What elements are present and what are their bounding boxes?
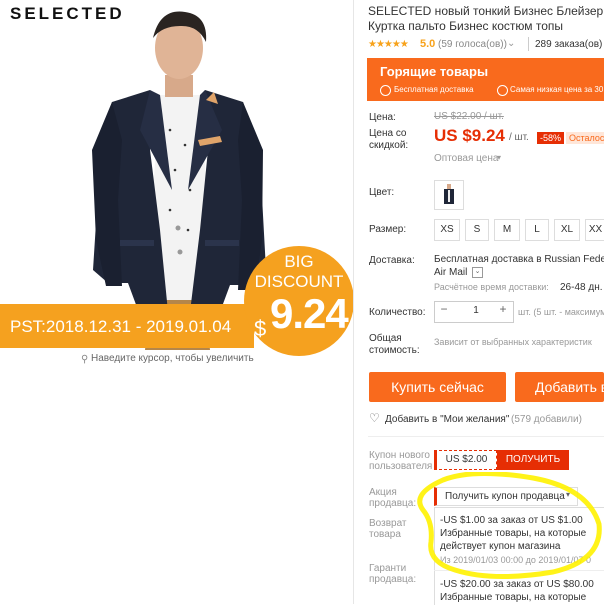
wholesale-price-link[interactable]: Оптовая цена [434, 153, 498, 164]
wishlist-link[interactable]: Добавить в "Мои желания" [385, 414, 509, 425]
old-price: US $22.00 / шт. [434, 111, 504, 122]
section-divider [368, 436, 604, 437]
size-option-xl[interactable]: XL [554, 219, 580, 241]
hot-low-price: Самая низкая цена за 30 [510, 85, 604, 94]
badge-discount-text: DISCOUNT [254, 272, 344, 291]
price-label: Цена: [369, 112, 396, 123]
delivery-method[interactable]: Бесплатная доставка в Russian Fede [434, 254, 604, 265]
chevron-down-icon[interactable]: ⌄ [507, 38, 515, 49]
brand-logo: SELECTED [10, 4, 125, 23]
delivery-label: Доставка: [369, 255, 415, 266]
rating-votes[interactable]: (59 голоса(ов)) [438, 39, 507, 50]
size-option-m[interactable]: M [494, 219, 520, 241]
badge-price: 9.24 [270, 290, 349, 337]
highlight-annotation [417, 472, 602, 579]
hot-free-shipping: Бесплатная доставка [394, 85, 474, 94]
size-label: Размер: [369, 224, 407, 235]
divider [528, 37, 529, 51]
quantity-label: Количество: [369, 307, 426, 318]
total-label-2: стоимость: [369, 345, 420, 356]
total-note: Зависит от выбранных характеристик [434, 337, 592, 347]
heart-icon[interactable]: ♡ [369, 411, 380, 425]
size-option-l[interactable]: L [525, 219, 549, 241]
price-tag-icon [497, 85, 508, 96]
truck-icon [380, 85, 391, 96]
quantity-input[interactable]: 1 [464, 305, 488, 316]
size-option-xs[interactable]: XS [434, 219, 460, 241]
promo-dates-banner: PST:2018.12.31 - 2019.01.04 [0, 304, 254, 348]
coupon-2-desc-1: Избранные товары, на которые [440, 592, 587, 603]
badge-big-text: BIG [284, 252, 314, 271]
caret-down-icon[interactable]: ▾ [497, 153, 501, 162]
zoom-hint: Наведите курсор, чтобы увеличить [91, 353, 254, 364]
total-label-1: Общая [369, 333, 402, 344]
hot-deals-title: Горящие товары [380, 64, 489, 79]
delivery-time: 26-48 дн. [560, 282, 603, 293]
rating-value: 5.0 [420, 38, 436, 50]
color-label: Цвет: [369, 187, 395, 198]
quantity-plus-button[interactable]: + [494, 302, 512, 316]
quantity-minus-button[interactable]: − [434, 302, 454, 316]
size-option-s[interactable]: S [465, 219, 489, 241]
badge-currency: $ [254, 316, 267, 341]
wishlist-count: (579 добавили) [511, 414, 582, 425]
discount-price-label: Цена со скидкой: [369, 128, 409, 151]
jacket-thumbnail [444, 184, 454, 204]
new-user-coupon-amount: US $2.00 [434, 450, 497, 470]
product-title[interactable]: SELECTED новый тонкий Бизнес Блейзер Кур… [368, 4, 604, 36]
chevron-down-icon[interactable]: ⌄ [472, 267, 483, 278]
time-remaining: Осталось [566, 132, 604, 144]
add-to-cart-button[interactable]: Добавить в [515, 372, 604, 402]
orders-count: 289 заказа(ов) [535, 39, 603, 50]
color-swatch-navy[interactable] [434, 180, 464, 210]
current-price: US $9.24 [434, 126, 505, 145]
quantity-note: шт. (5 шт. - максимум) [518, 307, 604, 317]
discount-percent: -58% [537, 132, 565, 144]
price-unit: / шт. [509, 132, 529, 143]
buy-now-button[interactable]: Купить сейчас [369, 372, 506, 402]
get-coupon-button[interactable]: ПОЛУЧИТЬ [497, 450, 569, 470]
rating-stars: ★★★★★ [368, 39, 409, 50]
magnifier-icon: ⚲ [81, 354, 89, 365]
delivery-time-label: Расчётное время доставки: [434, 282, 549, 292]
size-option-xxl[interactable]: XX [585, 219, 604, 241]
delivery-method-2[interactable]: Air Mail [434, 267, 467, 278]
panel-divider [353, 0, 354, 604]
return-label-2: товара [369, 529, 401, 540]
